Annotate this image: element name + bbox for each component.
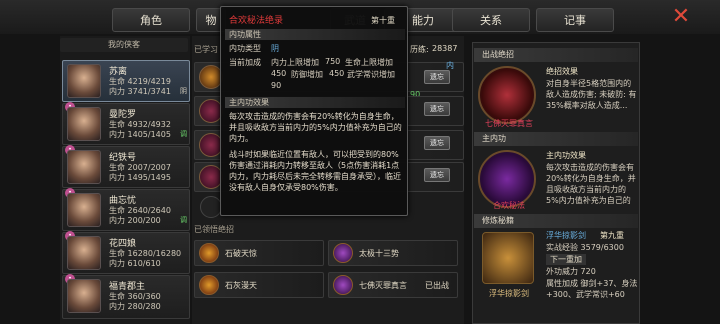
technique-icon <box>333 243 353 263</box>
skill-tooltip: 合欢秘法绝录 第十重 内功属性 内功类型 阴 当前加成 内力上限增加 750 生… <box>220 6 408 216</box>
technique-row[interactable]: 石破天惊 <box>194 240 324 266</box>
bonus-text: 生命上限增加 <box>345 58 393 67</box>
battle-skill-header: 出战绝招 <box>474 48 638 62</box>
bonus-value: 90 <box>271 81 282 90</box>
effect-band: 主内功效果 <box>225 97 405 108</box>
technique-row[interactable]: 七佛灭罪真言 已出战 <box>328 272 458 298</box>
technique-name: 石灰漫天 <box>225 281 257 290</box>
bonus-text: 防御增加 <box>291 70 323 79</box>
hero-mp: 内力 280/280 <box>109 302 161 311</box>
empty-slot[interactable] <box>200 196 222 218</box>
hero-mp: 内力 1405/1405 <box>109 130 171 139</box>
inner-effect-text: 每次攻击造成的伤害会有20%转化为自身生命，并且吸收敌方当前内力的5%内力值补充… <box>546 163 636 205</box>
avatar <box>67 64 101 98</box>
history-value: 28387 <box>432 44 458 53</box>
bonus-text: 内力上限增加 <box>271 58 319 67</box>
tab-character[interactable]: 角色 <box>112 8 190 32</box>
technique-icon <box>199 243 219 263</box>
effect-para-1: 每次攻击造成的伤害会有20%转化为自身生命，并且吸收敌方当前内力的5%内力值补充… <box>229 112 402 143</box>
hero-badge: 阴 <box>180 87 187 95</box>
type-label: 内功类型 <box>229 44 261 53</box>
book-name: 浮华掠影剑 <box>489 289 529 298</box>
hero-badge: 调 <box>180 216 187 224</box>
hero-badge: 调 <box>180 130 187 138</box>
hero-card[interactable]: • 纪铁号 生命 2007/2007 内力 1495/1495 <box>62 145 190 188</box>
hero-card[interactable]: 苏离 生命 4219/4219 内力 3741/3741 阴 <box>62 60 190 102</box>
hero-card[interactable]: • 福青郡主 生命 360/360 内力 280/280 <box>62 274 190 319</box>
forget-button[interactable]: 遗忘 <box>424 102 450 116</box>
book-title: 浮华掠影剑 <box>546 231 586 240</box>
book-attr: 属性加成 御剑+37、身法+300、武学常识+60 <box>546 279 638 299</box>
avatar <box>67 107 101 141</box>
effect-text: 对自身半径5格范围内的敌人造成伤害; 未破防: 有35%概率对敌人造成... <box>546 79 637 110</box>
technique-name: 七佛灭罪真言 <box>359 281 407 290</box>
avatar <box>67 193 101 227</box>
in-battle-status: 已出战 <box>425 281 449 290</box>
comprehended-label: 已领悟绝招 <box>194 225 234 234</box>
technique-name: 太极十三势 <box>359 249 399 258</box>
technique-icon <box>199 275 219 295</box>
technique-icon <box>333 275 353 295</box>
hero-mp: 内力 200/200 <box>109 216 161 225</box>
history-label: 历练: <box>410 45 429 54</box>
learned-label: 已学习 <box>194 45 218 54</box>
avatar <box>67 279 101 313</box>
hero-card[interactable]: • 曲忘忧 生命 2640/2640 内力 200/200 调 <box>62 188 190 231</box>
bonus-text: 武学常识增加 <box>347 70 395 79</box>
book-exp: 实战经验 3579/6300 <box>546 243 624 252</box>
battle-skill-emblem-icon[interactable] <box>478 66 536 124</box>
inner-skill-name: 合欢秘法 <box>493 201 525 210</box>
book-rank: 第九重 <box>600 231 624 240</box>
forget-button[interactable]: 遗忘 <box>424 168 450 182</box>
avatar <box>67 236 101 270</box>
forget-button[interactable]: 遗忘 <box>424 70 450 84</box>
effect-title: 绝招效果 <box>546 67 578 76</box>
hero-list-header: 我的侠客 <box>60 38 188 52</box>
attr-band: 内功属性 <box>225 29 405 40</box>
hero-mp: 内力 3741/3741 <box>109 87 171 96</box>
tab-relations[interactable]: 关系 <box>452 8 530 32</box>
tooltip-title: 合欢秘法绝录 <box>229 16 284 26</box>
technique-row[interactable]: 太极十三势 <box>328 240 458 266</box>
inner-effect-title: 主内功效果 <box>546 151 586 160</box>
hero-card[interactable]: • 花四娘 生命 16280/16280 内力 610/610 <box>62 231 190 274</box>
tab-records[interactable]: 记事 <box>536 8 614 32</box>
hero-card[interactable]: • 曼陀罗 生命 4932/4932 内力 1405/1405 调 <box>62 102 190 145</box>
hero-mp: 内力 610/610 <box>109 259 161 268</box>
book-power: 外功威力 720 <box>546 267 596 276</box>
effect-para-2: 战斗时如果临近位置有敌人，可以把受到的80%伤害通过消耗内力转移至敌人（5点伤害… <box>229 150 401 192</box>
bonus-value: 750 <box>325 57 341 66</box>
forget-button[interactable]: 遗忘 <box>424 136 450 150</box>
bonus-value: 450 <box>329 69 345 78</box>
bonus-value: 450 <box>271 69 287 78</box>
book-next-label: 下一重加 <box>546 254 586 265</box>
battle-skill-name: 七佛灭罪真言 <box>485 119 533 128</box>
current-label: 当前加成 <box>229 58 261 67</box>
book-icon[interactable] <box>482 232 534 284</box>
type-value: 阴 <box>271 44 279 53</box>
hero-mp: 内力 1495/1495 <box>109 173 171 182</box>
avatar <box>67 150 101 184</box>
cultivate-header: 修炼秘籍 <box>474 214 638 228</box>
inner-skill-header: 主内功 <box>474 132 638 146</box>
close-icon[interactable]: ✕ <box>670 6 692 28</box>
technique-name: 石破天惊 <box>225 249 257 258</box>
technique-row[interactable]: 石灰漫天 <box>194 272 324 298</box>
tooltip-rank: 第十重 <box>371 16 395 25</box>
